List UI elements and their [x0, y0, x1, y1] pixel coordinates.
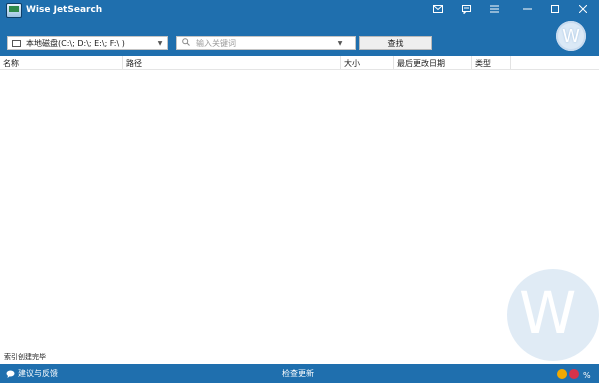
svg-text:%: % [583, 371, 591, 379]
column-divider[interactable] [471, 56, 472, 69]
check-update-link[interactable]: 检查更新 [282, 368, 314, 379]
title-bar: Wise JetSearch W 本地磁盘(C:\; D:\; E:\; F:\… [0, 0, 599, 56]
feedback-icon[interactable] [455, 0, 477, 18]
drive-select[interactable]: 本地磁盘(C:\; D:\; E:\; F:\ ) ▼ [7, 36, 168, 50]
watermark-logo: W [507, 269, 599, 361]
language-icon[interactable]: % [582, 369, 592, 379]
column-modified-date[interactable]: 最后更改日期 [397, 58, 445, 69]
search-box[interactable]: ▼ [176, 36, 356, 50]
drive-icon [12, 39, 21, 47]
column-divider[interactable] [340, 56, 341, 69]
mail-icon[interactable] [427, 0, 449, 18]
search-history-chevron-icon[interactable]: ▼ [336, 40, 344, 47]
find-button[interactable]: 查找 [359, 36, 432, 50]
minimize-icon[interactable] [516, 0, 538, 18]
column-type[interactable]: 类型 [475, 58, 491, 69]
column-size[interactable]: 大小 [344, 58, 360, 69]
watermark-letter: W [519, 279, 577, 347]
chat-bubble-icon [6, 370, 15, 378]
coin-icon[interactable] [557, 369, 567, 379]
column-path[interactable]: 路径 [126, 58, 142, 69]
column-divider[interactable] [393, 56, 394, 69]
notification-icon[interactable] [569, 369, 579, 379]
column-divider[interactable] [122, 56, 123, 69]
app-logo-icon [6, 3, 22, 18]
column-divider[interactable] [510, 56, 511, 69]
chevron-down-icon: ▼ [157, 39, 163, 47]
app-title: Wise JetSearch [26, 5, 103, 15]
column-name[interactable]: 名称 [3, 58, 19, 69]
menu-icon[interactable] [483, 0, 505, 18]
avatar[interactable]: W [556, 21, 586, 51]
drive-select-value: 本地磁盘(C:\; D:\; E:\; F:\ ) [26, 38, 125, 48]
close-icon[interactable] [572, 0, 594, 18]
results-header: 名称 路径 大小 最后更改日期 类型 [0, 56, 599, 70]
avatar-letter: W [562, 25, 580, 47]
maximize-icon[interactable] [544, 0, 566, 18]
search-input[interactable] [196, 38, 336, 48]
search-icon [182, 38, 190, 48]
footer-bar: 建议与反馈 检查更新 % [0, 364, 599, 383]
status-text: 索引创建完毕 [4, 353, 46, 361]
feedback-label: 建议与反馈 [18, 369, 58, 378]
feedback-link[interactable]: 建议与反馈 [6, 368, 58, 379]
